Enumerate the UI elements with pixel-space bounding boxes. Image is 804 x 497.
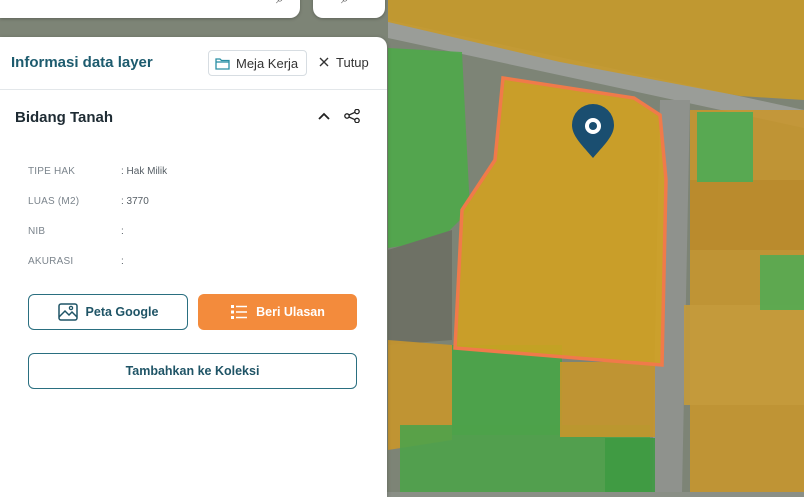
chevron-up-icon[interactable] <box>318 109 330 124</box>
google-map-button-label: Peta Google <box>85 305 159 319</box>
attribute-label: AKURASI <box>28 256 74 267</box>
panel-header: Informasi data layer Meja Kerja Tutup <box>0 37 387 90</box>
folder-icon <box>215 57 230 70</box>
attribute-value: : 3770 <box>121 196 149 207</box>
close-button[interactable]: Tutup <box>318 50 369 74</box>
close-button-label: Tutup <box>336 54 369 70</box>
workspace-button-label: Meja Kerja <box>236 55 299 71</box>
attribute-label: TIPE HAK <box>28 166 76 177</box>
info-panel: Informasi data layer Meja Kerja Tutup Bi… <box>0 37 387 497</box>
attribute-value: : <box>121 226 124 237</box>
review-button[interactable]: Beri Ulasan <box>198 294 357 330</box>
search-icon[interactable]: ⌕ <box>276 0 284 7</box>
attribute-value: : Hak Milik <box>121 166 168 177</box>
google-map-button[interactable]: Peta Google <box>28 294 188 330</box>
workspace-button[interactable]: Meja Kerja <box>208 50 308 76</box>
attribute-value: : <box>121 256 124 267</box>
search-icon[interactable]: ⌕ <box>341 0 349 7</box>
map-search-bar[interactable]: ⌕ <box>0 0 300 18</box>
list-icon <box>231 305 248 319</box>
map-control-button[interactable]: ⌕ <box>313 0 385 18</box>
add-collection-button[interactable]: Tambahkan ke Koleksi <box>28 353 357 389</box>
review-button-label: Beri Ulasan <box>256 305 325 319</box>
share-icon[interactable] <box>344 108 360 128</box>
image-icon <box>57 303 78 321</box>
attribute-label: NIB <box>28 226 46 237</box>
section-title: Bidang Tanah <box>15 109 114 126</box>
close-icon <box>319 57 329 67</box>
attribute-label: LUAS (M2) <box>28 196 80 207</box>
panel-title: Informasi data layer <box>11 54 153 71</box>
add-collection-button-label: Tambahkan ke Koleksi <box>125 364 260 378</box>
